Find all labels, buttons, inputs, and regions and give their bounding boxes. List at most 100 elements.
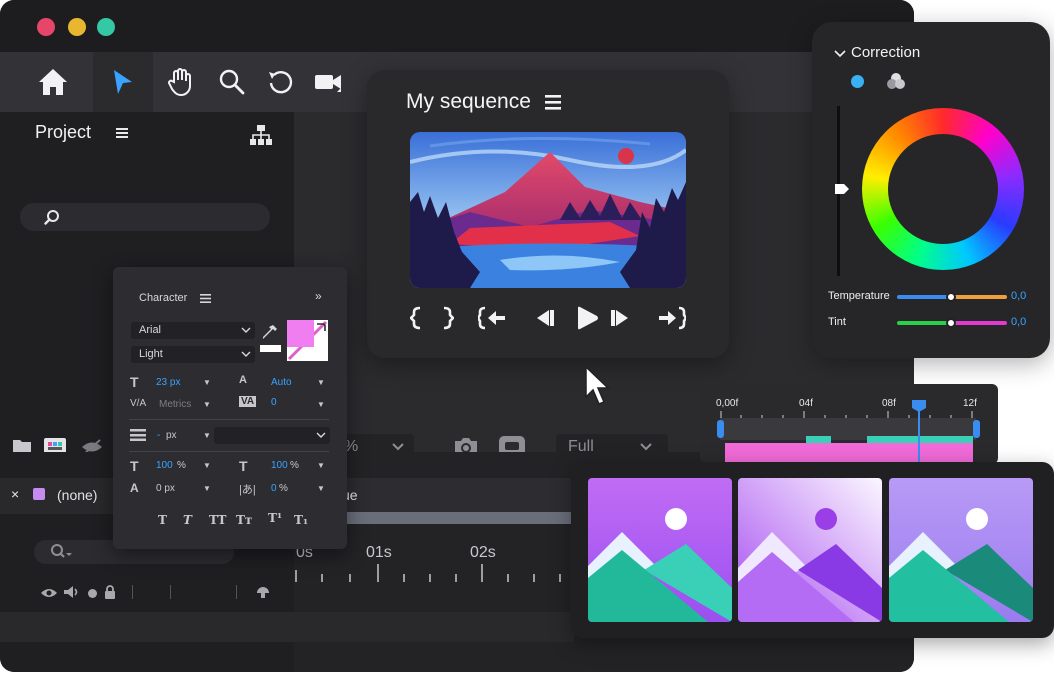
- project-menu-icon[interactable]: [116, 126, 128, 144]
- vertical-scale-dropdown-icon[interactable]: ▼: [203, 461, 211, 470]
- temperature-slider-handle[interactable]: [946, 292, 956, 302]
- project-search-input[interactable]: [20, 203, 270, 231]
- minimize-window-button[interactable]: [68, 18, 86, 36]
- all-caps-button[interactable]: TT: [209, 513, 226, 527]
- sequence-title: My sequence: [406, 90, 531, 113]
- track-color-swatch[interactable]: [33, 488, 45, 500]
- camera-tool-button[interactable]: [298, 52, 358, 112]
- chevron-down-icon: [392, 443, 404, 451]
- work-area-bar[interactable]: [342, 512, 572, 524]
- lock-icon[interactable]: [104, 585, 116, 604]
- menu-icon[interactable]: [200, 294, 211, 303]
- font-style-select[interactable]: Light: [131, 346, 255, 363]
- divider: [132, 585, 133, 599]
- mark-in-out-button[interactable]: [409, 306, 455, 335]
- playhead-handle[interactable]: [911, 399, 927, 413]
- tracking-icon: VA: [239, 396, 257, 407]
- faux-bold-button[interactable]: T: [158, 513, 167, 527]
- thumbnail[interactable]: [588, 478, 732, 622]
- swap-colors-icon[interactable]: [315, 321, 327, 333]
- clip-bar[interactable]: [725, 443, 973, 464]
- tracking-value[interactable]: 0: [271, 397, 277, 408]
- horizontal-scale-value[interactable]: 100: [271, 460, 288, 471]
- select-tool-button[interactable]: [93, 52, 153, 112]
- home-tool-button[interactable]: [23, 52, 83, 112]
- menu-icon[interactable]: [545, 95, 561, 115]
- temperature-value[interactable]: 0,0: [1011, 290, 1026, 302]
- speaker-icon[interactable]: [63, 585, 81, 604]
- keyframe-segment[interactable]: [867, 436, 973, 443]
- sequence-window: My sequence: [367, 70, 729, 358]
- fill-color-swatch[interactable]: [287, 320, 314, 347]
- stroke-width-value[interactable]: -: [157, 430, 160, 441]
- close-window-button[interactable]: [37, 18, 55, 36]
- range-end-handle[interactable]: [973, 420, 980, 438]
- leading-dropdown-icon[interactable]: ▼: [317, 378, 325, 387]
- font-family-select[interactable]: Arial: [131, 322, 255, 339]
- tint-slider-handle[interactable]: [946, 318, 956, 328]
- font-size-dropdown-icon[interactable]: ▼: [203, 378, 211, 387]
- step-back-button[interactable]: [533, 308, 555, 333]
- track-row-empty: [0, 612, 294, 642]
- zoom-icon: [219, 69, 245, 95]
- record-icon[interactable]: [88, 589, 97, 598]
- horizontal-scale-dropdown-icon[interactable]: ▼: [317, 461, 325, 470]
- vertical-scale-unit: %: [177, 460, 186, 471]
- leading-value[interactable]: Auto: [271, 377, 292, 388]
- font-size-value[interactable]: 23 px: [156, 377, 180, 388]
- search-icon: [51, 544, 72, 558]
- play-button[interactable]: [574, 305, 600, 336]
- small-caps-button[interactable]: Tт: [236, 513, 252, 527]
- single-wheel-mode-icon[interactable]: [851, 75, 864, 88]
- character-panel: Character » Arial Light T 23 px ▼ A Auto…: [113, 267, 347, 549]
- vertical-scale-value[interactable]: 100: [156, 460, 173, 471]
- luminance-slider-handle[interactable]: [834, 183, 850, 195]
- tsume-dropdown-icon[interactable]: ▼: [317, 484, 325, 493]
- project-title: Project: [35, 122, 92, 142]
- landscape-thumbnail-icon: [889, 478, 1033, 622]
- tracking-dropdown-icon[interactable]: ▼: [317, 400, 325, 409]
- font-family-value: Arial: [139, 324, 162, 336]
- mushroom-icon[interactable]: [256, 586, 270, 605]
- black-white-swatch[interactable]: [260, 345, 281, 352]
- tsume-icon: |あ|: [239, 484, 256, 496]
- color-wheel[interactable]: [862, 108, 1024, 270]
- landscape-thumbnail-icon: [738, 478, 882, 622]
- chevron-down-icon[interactable]: [834, 50, 846, 58]
- stroke-width-dropdown-icon[interactable]: ▼: [203, 431, 211, 440]
- keyframe-timeline: 0,00f 04f 08f 12f: [700, 384, 998, 464]
- kerning-icon: V/A: [130, 398, 147, 409]
- hand-tool-button[interactable]: [150, 52, 210, 112]
- step-forward-button[interactable]: [610, 308, 632, 333]
- multi-wheel-mode-icon[interactable]: [887, 72, 905, 90]
- stroke-width-icon: [130, 429, 146, 441]
- time-tick-label: 08f: [882, 398, 896, 409]
- go-to-in-button[interactable]: [476, 306, 506, 335]
- expand-panel-icon[interactable]: »: [315, 289, 322, 303]
- font-size-icon: T: [130, 374, 139, 390]
- baseline-shift-value[interactable]: 0 px: [156, 483, 175, 494]
- keyframe-segment[interactable]: [806, 436, 831, 443]
- kerning-value[interactable]: Metrics: [159, 399, 191, 410]
- character-title: Character: [139, 292, 188, 304]
- baseline-shift-dropdown-icon[interactable]: ▼: [203, 484, 211, 493]
- kerning-dropdown-icon[interactable]: ▼: [203, 400, 211, 409]
- tsume-value[interactable]: 0: [271, 483, 277, 494]
- eyedropper-icon[interactable]: [261, 323, 279, 341]
- superscript-button[interactable]: T¹: [268, 511, 282, 525]
- close-track-button[interactable]: ×: [11, 486, 19, 502]
- go-to-out-button[interactable]: [658, 306, 688, 335]
- thumbnail[interactable]: [738, 478, 882, 622]
- range-start-handle[interactable]: [717, 420, 724, 438]
- ruler-label: 02s: [470, 544, 496, 561]
- subscript-button[interactable]: T₁: [294, 513, 308, 527]
- tint-value[interactable]: 0,0: [1011, 316, 1026, 328]
- hierarchy-icon[interactable]: [249, 124, 273, 151]
- thumbnail[interactable]: [889, 478, 1033, 622]
- sequence-preview[interactable]: [410, 132, 686, 288]
- eye-icon[interactable]: [40, 586, 58, 604]
- time-ruler[interactable]: [294, 564, 574, 584]
- maximize-window-button[interactable]: [97, 18, 115, 36]
- faux-italic-button[interactable]: T: [183, 513, 192, 527]
- stroke-style-select[interactable]: [214, 427, 330, 444]
